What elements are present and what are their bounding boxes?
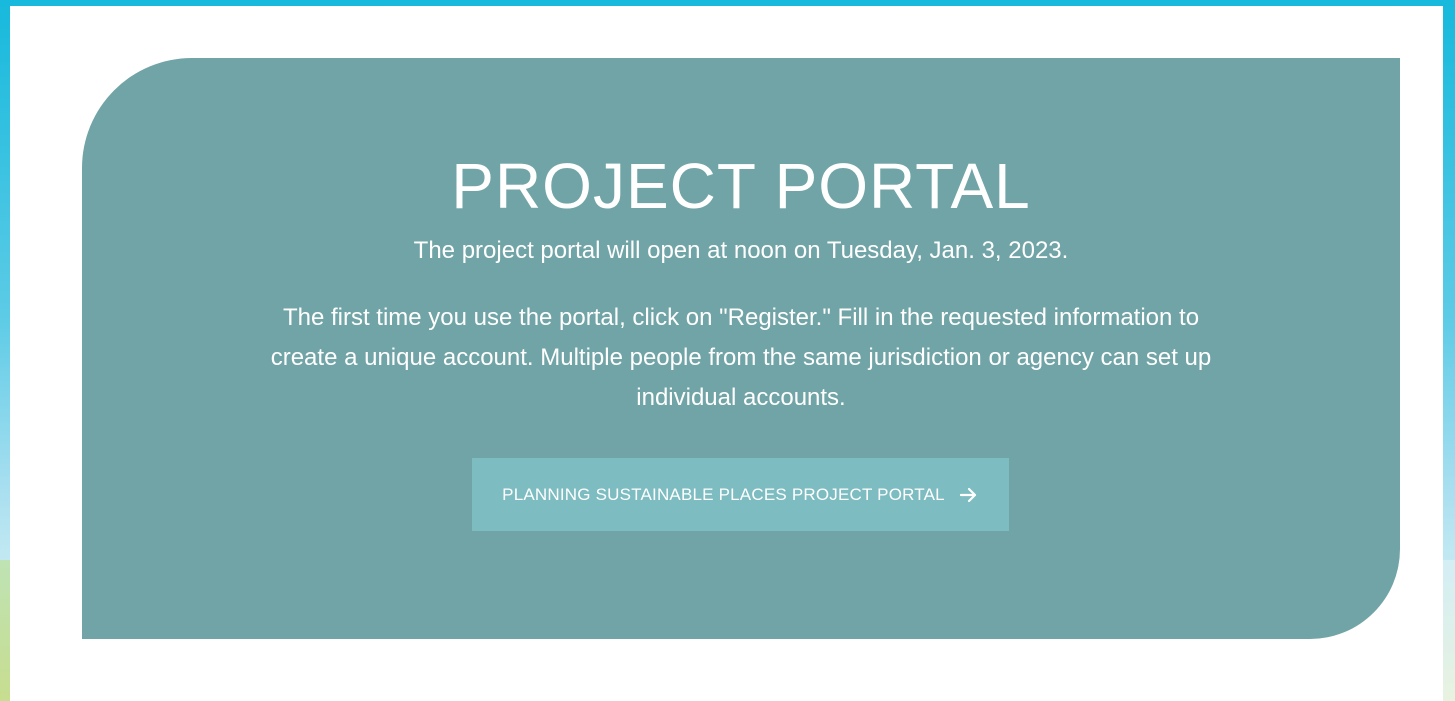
opening-announcement: The project portal will open at noon on … <box>413 237 1069 264</box>
project-portal-card: PROJECT PORTAL The project portal will o… <box>82 58 1400 639</box>
project-portal-button[interactable]: PLANNING SUSTAINABLE PLACES PROJECT PORT… <box>472 458 1009 531</box>
content-panel: PROJECT PORTAL The project portal will o… <box>10 6 1443 701</box>
project-portal-button-label: PLANNING SUSTAINABLE PLACES PROJECT PORT… <box>502 484 945 504</box>
registration-instructions: The first time you use the portal, click… <box>270 304 1212 411</box>
page-title: PROJECT PORTAL <box>451 150 1031 222</box>
arrow-right-icon <box>959 487 976 502</box>
